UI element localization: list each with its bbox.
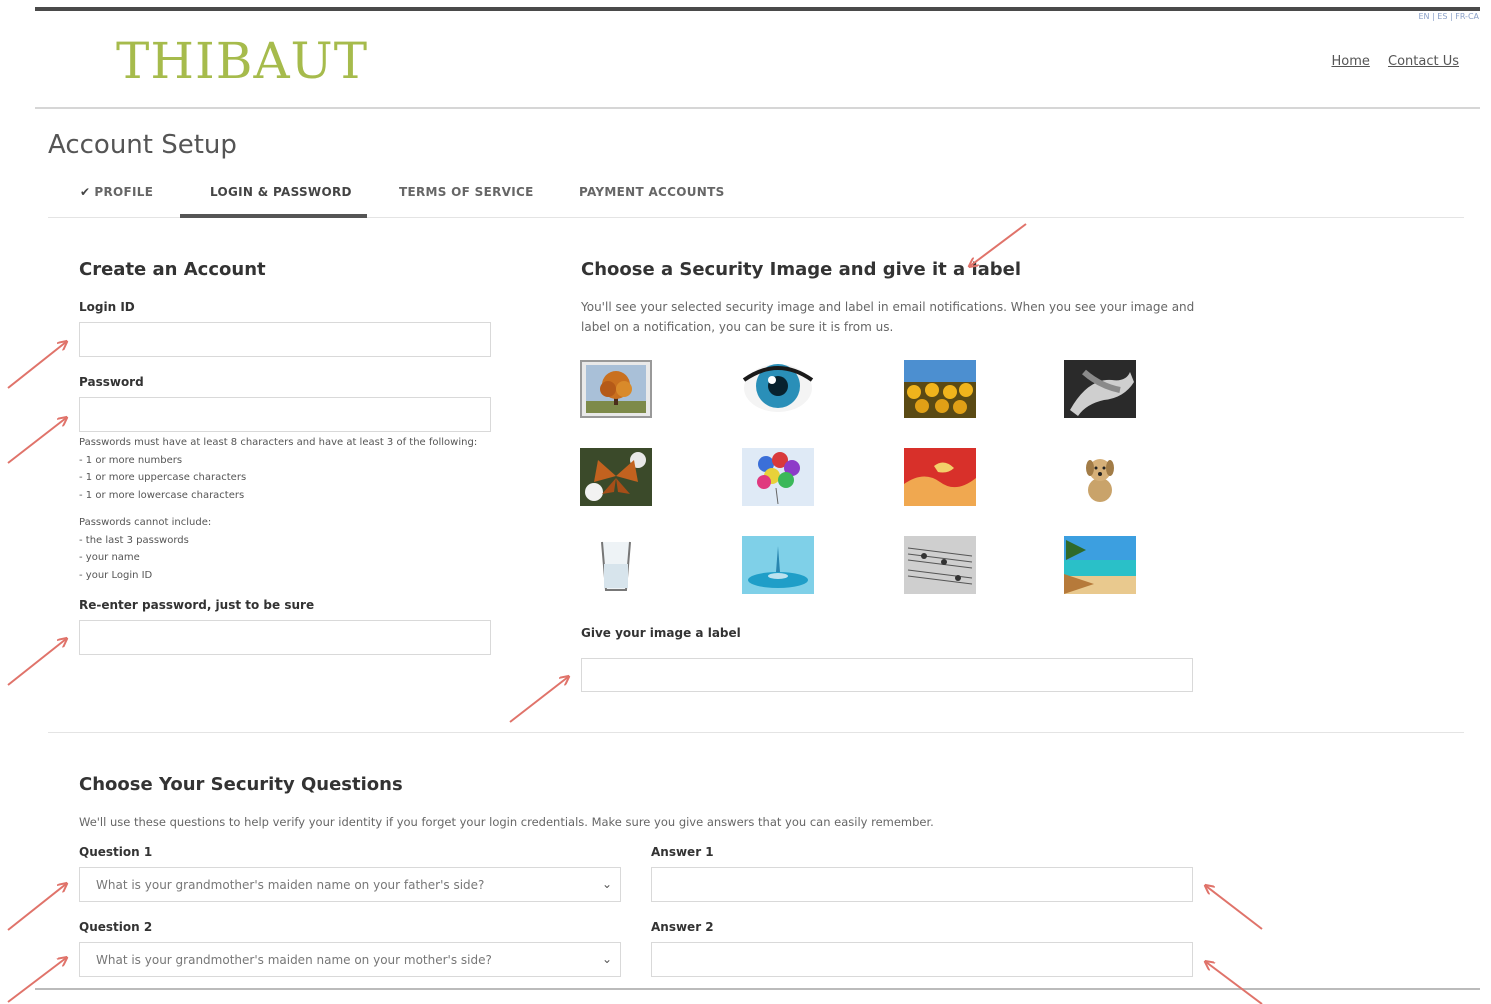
beach-image [1064,536,1136,594]
login-id-input[interactable] [80,323,490,356]
contact-us-link[interactable]: Contact Us [1388,54,1459,69]
language-links[interactable]: EN | ES | FR-CA [1418,12,1479,21]
security-questions-description: We'll use these questions to help verify… [79,815,934,829]
question-2-label: Question 2 [79,920,153,934]
security-image-sunflowers[interactable] [904,360,976,418]
security-image-desc-line: You'll see your selected security image … [581,300,1195,314]
image-label-field-wrap [581,658,1193,692]
security-image-eye[interactable] [742,360,814,418]
chevron-down-icon: ⌄ [601,877,612,891]
arrow-icon [7,418,66,464]
create-account-heading: Create an Account [79,259,266,280]
question-1-value: What is your grandmother's maiden name o… [96,878,485,892]
security-image-hands[interactable] [1064,360,1136,418]
password-field-wrap [79,397,491,432]
security-image-beach[interactable] [1064,536,1136,594]
security-image-glass[interactable] [580,536,652,594]
water-drop-image [742,536,814,594]
tab-login-password[interactable]: LOGIN & PASSWORD [180,180,367,218]
security-image-autumn-tree[interactable] [580,360,652,418]
tab-payment-label: PAYMENT ACCOUNTS [579,185,725,199]
setup-tabs: ✔ PROFILE LOGIN & PASSWORD TERMS OF SERVI… [48,180,1464,218]
security-image-butterfly[interactable] [580,448,652,506]
security-image-desc-line: label on a notification, you can be sure… [581,320,894,334]
answer-1-label: Answer 1 [651,845,714,859]
arrow-icon [509,677,568,723]
answer-2-field-wrap [651,942,1193,977]
image-label-caption: Give your image a label [581,626,741,640]
password-rule: - 1 or more uppercase characters [79,472,247,483]
arrow-icon [7,639,66,686]
password-input[interactable] [80,398,490,431]
password-requirements: Passwords must have at least 8 character… [79,434,477,584]
answer-1-input[interactable] [652,868,1192,901]
security-image-balloons[interactable] [742,448,814,506]
arrow-icon [1206,962,1263,1004]
tab-terms-label: TERMS OF SERVICE [399,185,534,199]
section-divider [48,732,1464,733]
security-questions-heading: Choose Your Security Questions [79,774,403,795]
security-image-water-drop[interactable] [742,536,814,594]
password-exclude: - your name [79,552,140,563]
dog-image [1064,448,1136,506]
password-rule: - 1 or more numbers [79,454,183,466]
question-1-label: Question 1 [79,845,153,859]
glass-image [580,536,652,594]
tab-terms-of-service[interactable]: TERMS OF SERVICE [399,180,534,218]
question-1-select[interactable]: What is your grandmother's maiden name o… [79,867,621,902]
question-2-value: What is your grandmother's maiden name o… [96,953,492,967]
top-bar [35,7,1480,11]
sheet-music-image [904,536,976,594]
password-rule: - 1 or more lowercase characters [79,489,245,501]
page-title: Account Setup [48,130,237,160]
password-exclude: Passwords cannot include: [79,517,212,528]
tab-payment-accounts[interactable]: PAYMENT ACCOUNTS [579,180,725,218]
hands-image [1064,360,1136,418]
image-label-input[interactable] [582,659,1192,691]
security-image-sheet-music[interactable] [904,536,976,594]
security-image-abstract-red[interactable] [904,448,976,506]
reenter-password-field-wrap [79,620,491,655]
arrow-icon [1206,886,1263,930]
top-nav: Home Contact Us [1317,54,1459,69]
tab-login-password-label: LOGIN & PASSWORD [210,185,352,199]
answer-2-label: Answer 2 [651,920,714,934]
header-divider [35,107,1480,109]
reenter-password-label: Re-enter password, just to be sure [79,598,315,612]
question-2-select[interactable]: What is your grandmother's maiden name o… [79,942,621,977]
arrow-icon [7,342,66,389]
thibaut-logo[interactable]: THIBAUT [116,32,368,90]
login-id-field-wrap [79,322,491,357]
sunflowers-image [904,360,976,418]
abstract-red-image [904,448,976,506]
tab-profile-label: PROFILE [94,185,154,199]
bottom-divider [35,988,1480,990]
autumn-tree-image [586,365,646,413]
password-label: Password [79,375,144,389]
chevron-down-icon: ⌄ [601,952,612,966]
arrow-icon [7,884,66,931]
answer-1-field-wrap [651,867,1193,902]
security-image-description: You'll see your selected security image … [581,297,1194,337]
tab-profile[interactable]: ✔ PROFILE [80,180,153,218]
home-link[interactable]: Home [1331,54,1369,69]
security-image-dog[interactable] [1064,448,1136,506]
answer-2-input[interactable] [652,943,1192,976]
checkmark-icon: ✔ [80,185,91,199]
login-id-label: Login ID [79,300,135,314]
password-exclude: - your Login ID [79,569,153,581]
butterfly-image [580,448,652,506]
arrow-icon [7,958,66,1003]
security-image-heading: Choose a Security Image and give it a la… [581,259,1022,280]
eye-image [742,364,814,412]
password-rule: Passwords must have at least 8 character… [79,437,478,448]
balloons-image [742,448,814,506]
password-exclude: - the last 3 passwords [79,534,189,546]
reenter-password-input[interactable] [80,621,490,654]
